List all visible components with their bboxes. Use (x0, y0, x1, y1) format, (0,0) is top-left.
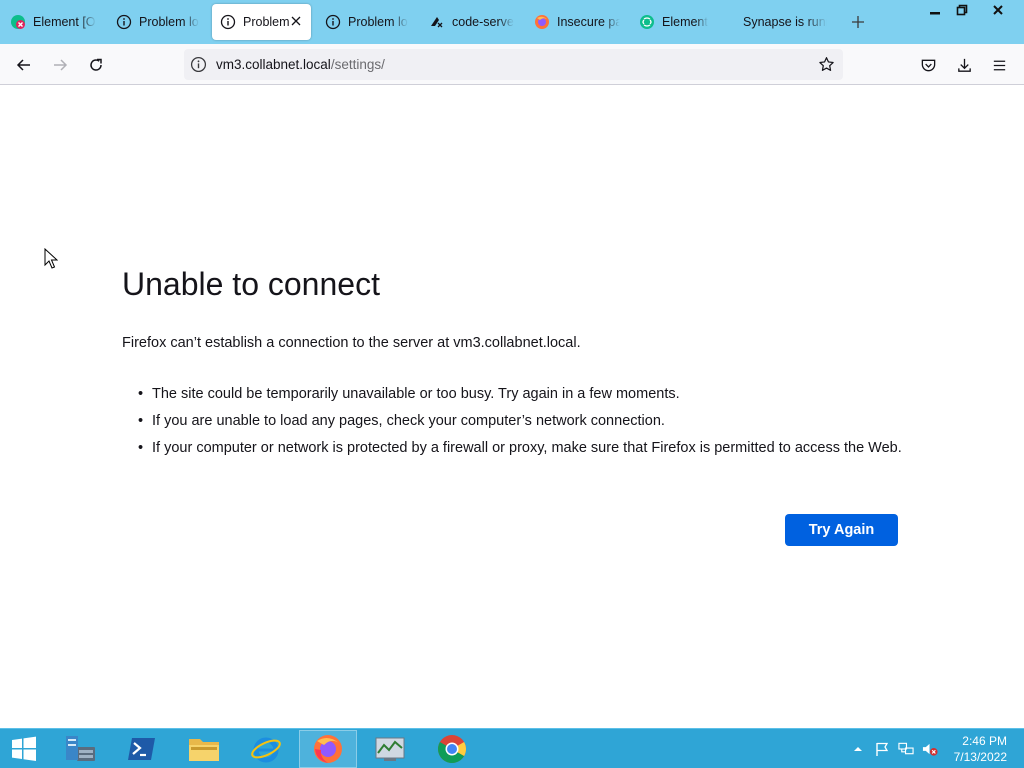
suggestion-item: The site could be temporarily unavailabl… (138, 384, 912, 404)
taskbar-firefox[interactable] (299, 730, 357, 768)
taskbar-task-manager[interactable] (361, 730, 419, 768)
reload-icon (90, 58, 102, 71)
suggestion-item: If you are unable to load any pages, che… (138, 411, 912, 431)
element-notification-icon (10, 14, 26, 30)
tab-title: Insecure pa (557, 15, 620, 29)
tab-code-server[interactable]: code-serve (421, 4, 523, 40)
tab-title: Element (662, 15, 708, 29)
tab-problem-loading-active[interactable]: Problem (212, 4, 311, 40)
arrow-right-icon (54, 59, 68, 71)
tab-element-notifications[interactable]: Element [O (2, 4, 106, 40)
bookmark-star-icon[interactable] (818, 56, 835, 73)
tab-synapse[interactable]: Synapse is runn (735, 4, 835, 40)
file-explorer-icon (189, 739, 219, 761)
taskbar-powershell[interactable] (113, 730, 171, 768)
tab-problem-loading-1[interactable]: Problem lo (108, 4, 208, 40)
url-path: /settings/ (330, 57, 385, 72)
download-icon (957, 58, 971, 72)
powershell-icon (128, 738, 155, 760)
tab-strip: Element [O Problem lo Problem Problem lo… (0, 0, 1024, 44)
minimize-icon (930, 12, 940, 15)
windows-logo-icon (12, 736, 36, 761)
system-clock[interactable]: 2:46 PM 7/13/2022 (954, 733, 1007, 765)
taskbar-server-manager[interactable] (51, 730, 109, 768)
forward-button[interactable] (47, 52, 73, 78)
element-icon (639, 14, 655, 30)
firefox-icon (534, 14, 550, 30)
volume-muted-icon[interactable] (922, 741, 938, 757)
close-window-button[interactable] (983, 0, 1013, 20)
server-manager-icon (66, 736, 95, 761)
code-server-icon (429, 14, 445, 30)
firefox-icon (314, 735, 342, 763)
close-icon (993, 5, 1003, 15)
taskbar-chrome[interactable] (423, 730, 481, 768)
app-menu-button[interactable] (986, 52, 1012, 78)
error-title: Unable to connect (122, 266, 380, 302)
pocket-icon (921, 59, 935, 71)
start-button[interactable] (0, 729, 48, 768)
tab-title: Problem lo (348, 15, 408, 29)
tab-problem-loading-2[interactable]: Problem lo (317, 4, 417, 40)
reload-button[interactable] (83, 52, 109, 78)
new-tab-button[interactable] (848, 12, 868, 32)
tab-title: Problem lo (139, 15, 199, 29)
url-text[interactable]: vm3.collabnet.local/settings/ (216, 57, 385, 72)
try-again-button[interactable]: Try Again (785, 514, 898, 546)
site-info-icon[interactable] (190, 56, 207, 73)
error-page: Unable to connect Firefox can’t establis… (0, 85, 1024, 728)
minimize-button[interactable] (920, 0, 950, 20)
arrow-left-icon (16, 59, 30, 71)
task-manager-icon (375, 737, 405, 761)
plus-icon (852, 16, 864, 28)
back-button[interactable] (11, 52, 37, 78)
navigation-toolbar: vm3.collabnet.local/settings/ (0, 44, 1024, 85)
url-bar[interactable]: vm3.collabnet.local/settings/ (184, 49, 843, 80)
restore-button[interactable] (947, 0, 977, 20)
restore-icon (956, 4, 968, 16)
info-icon (116, 14, 132, 30)
tab-title: Synapse is runn (743, 15, 827, 29)
tab-element[interactable]: Element (631, 4, 731, 40)
tab-title: code-serve (452, 15, 514, 29)
downloads-button[interactable] (951, 52, 977, 78)
clock-date: 7/13/2022 (953, 750, 1007, 764)
info-icon (325, 14, 341, 30)
taskbar: 2:46 PM 7/13/2022 (0, 728, 1024, 768)
error-description: Firefox can’t establish a connection to … (122, 335, 581, 351)
action-center-icon[interactable] (874, 741, 890, 757)
network-icon[interactable] (898, 741, 914, 757)
mouse-cursor-icon (44, 247, 59, 270)
chevron-up-icon (854, 747, 862, 751)
hamburger-menu-icon (993, 60, 1005, 70)
close-tab-icon[interactable] (289, 14, 303, 28)
tab-title: Element [O (33, 15, 96, 29)
tab-title: Problem (243, 15, 290, 29)
tab-insecure-page[interactable]: Insecure pa (526, 4, 628, 40)
taskbar-internet-explorer[interactable] (237, 730, 295, 768)
internet-explorer-icon (251, 737, 281, 763)
error-suggestions: The site could be temporarily unavailabl… (138, 384, 912, 465)
pocket-button[interactable] (915, 52, 941, 78)
suggestion-item: If your computer or network is protected… (138, 438, 912, 458)
url-host: vm3.collabnet.local (216, 57, 331, 72)
chrome-icon (438, 735, 466, 763)
taskbar-file-explorer[interactable] (175, 730, 233, 768)
show-hidden-icons-button[interactable] (850, 741, 866, 757)
clock-time: 2:46 PM (962, 734, 1007, 748)
info-icon (220, 14, 236, 30)
